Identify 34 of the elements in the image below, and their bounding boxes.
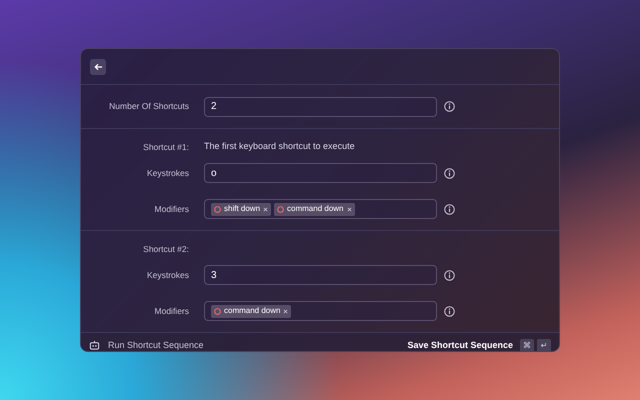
- robot-icon: [89, 340, 100, 351]
- modifier-tag[interactable]: command down: [274, 202, 355, 216]
- close-icon[interactable]: [346, 206, 352, 212]
- shortcut-key: ↵: [537, 339, 551, 351]
- info-icon[interactable]: [444, 204, 455, 214]
- field-label: Modifiers: [154, 202, 189, 216]
- text-field[interactable]: 3: [204, 265, 437, 285]
- field-label: Number Of Shortcuts: [109, 100, 189, 113]
- command-title: Run Shortcut Sequence: [108, 338, 204, 351]
- text-field[interactable]: o: [204, 163, 437, 183]
- field-label: Modifiers: [154, 304, 189, 318]
- tag-field[interactable]: command down: [204, 301, 437, 321]
- shortcut-description: The first keyboard shortcut to execute: [204, 140, 355, 154]
- modifier-tag[interactable]: command down: [211, 304, 292, 318]
- field-label: Keystrokes: [146, 166, 189, 180]
- text-field[interactable]: 2: [204, 96, 437, 116]
- tag-field[interactable]: shift down command down: [204, 199, 437, 219]
- field-label: Keystrokes: [146, 268, 189, 282]
- arrow-left-icon: [94, 62, 102, 70]
- back-button[interactable]: [90, 58, 106, 74]
- save-button[interactable]: Save Shortcut Sequence: [407, 338, 513, 351]
- info-icon[interactable]: [444, 306, 455, 316]
- field-label: Shortcut #1:: [143, 140, 189, 154]
- close-icon[interactable]: [263, 206, 268, 212]
- field-label: Shortcut #2:: [143, 242, 189, 256]
- circle-icon: [214, 206, 221, 212]
- modifier-tag[interactable]: shift down: [211, 202, 272, 216]
- close-icon[interactable]: [283, 308, 288, 314]
- info-icon[interactable]: [444, 270, 455, 280]
- info-icon[interactable]: [444, 101, 455, 112]
- circle-icon: [214, 308, 221, 314]
- shortcut-key: ⌘: [520, 339, 534, 351]
- circle-icon: [277, 206, 284, 212]
- info-icon[interactable]: [444, 168, 455, 178]
